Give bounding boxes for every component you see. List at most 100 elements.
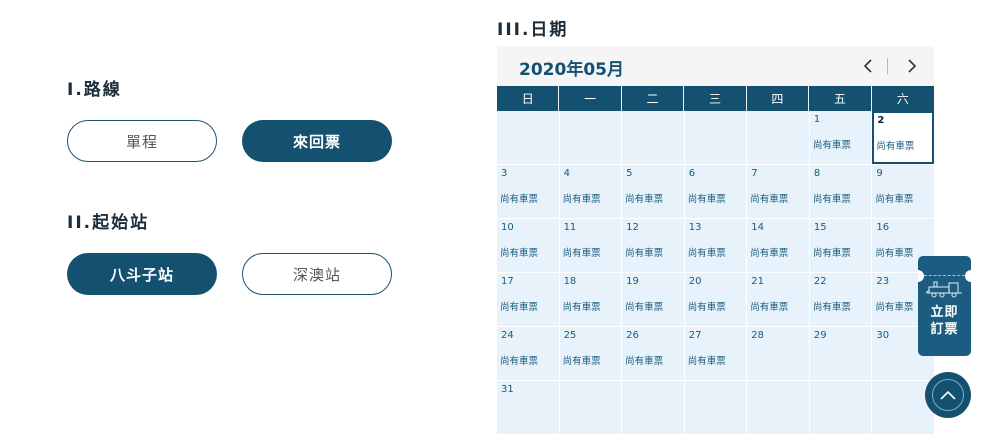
calendar-day-cell[interactable]: 2 尚有車票 [872, 111, 934, 164]
calendar-empty-cell [622, 111, 684, 164]
route-round-trip-button[interactable]: 來回票 [242, 120, 392, 162]
calendar-day-cell[interactable]: 19 尚有車票 [622, 273, 684, 326]
calendar-month-label: 2020年05月 [519, 60, 624, 80]
calendar-day-cell[interactable]: 1 尚有車票 [809, 111, 872, 164]
calendar-empty-cell [622, 381, 684, 434]
calendar-day-cell[interactable]: 17 尚有車票 [497, 273, 559, 326]
calendar-day-number: 13 [688, 222, 702, 233]
ticket-availability: 尚有車票 [625, 194, 664, 205]
book-now-label-line2: 訂票 [930, 322, 959, 337]
calendar-day-number: 11 [563, 222, 577, 233]
weekday-header: 六 [896, 92, 909, 106]
origin-badouzi-button[interactable]: 八斗子站 [67, 253, 217, 295]
calendar-day-number: 6 [688, 168, 696, 179]
calendar-day-cell[interactable]: 26 尚有車票 [622, 327, 684, 380]
book-now-label: 立即 訂票 [918, 304, 971, 338]
ticket-availability: 尚有車票 [750, 248, 789, 259]
calendar-day-cell[interactable]: 14 尚有車票 [747, 219, 809, 272]
ticket-availability: 尚有車票 [876, 141, 915, 152]
calendar-day-number: 18 [563, 276, 577, 287]
calendar-day-number: 31 [501, 384, 514, 395]
book-now-button[interactable]: 立即 訂票 [918, 256, 971, 356]
calendar-day-number: 1 [813, 114, 821, 125]
calendar-day-cell[interactable]: 24 尚有車票 [497, 327, 559, 380]
weekday-header: 日 [497, 86, 560, 111]
calendar-day-number: 19 [626, 276, 639, 287]
calendar-day-number: 29 [813, 330, 827, 341]
ticket-availability: 尚有車票 [500, 248, 539, 259]
route-one-way-button[interactable]: 單程 [67, 120, 217, 162]
calendar-day-cell[interactable]: 18 尚有車票 [559, 273, 622, 326]
calendar-empty-cell [497, 111, 559, 164]
origin-section-title: II.起始站 [67, 213, 150, 233]
ticket-availability: 尚有車票 [750, 302, 789, 313]
calendar-day-number: 4 [563, 168, 570, 179]
calendar-day-cell[interactable]: 12 尚有車票 [622, 219, 684, 272]
calendar-day-cell[interactable]: 20 尚有車票 [684, 273, 747, 326]
next-month-button[interactable] [898, 52, 926, 80]
ticket-availability: 尚有車票 [687, 302, 726, 313]
calendar-day-cell[interactable]: 13 尚有車票 [684, 219, 747, 272]
calendar-day-cell[interactable]: 5 尚有車票 [622, 165, 684, 218]
calendar-day-cell[interactable]: 15 尚有車票 [809, 219, 872, 272]
calendar-day-cell[interactable]: 3 尚有車票 [497, 165, 559, 218]
calendar-day-cell[interactable]: 6 尚有車票 [684, 165, 747, 218]
ticket-perforation [924, 275, 965, 276]
ticket-availability: 尚有車票 [562, 248, 601, 259]
ticket-availability: 尚有車票 [625, 356, 664, 367]
calendar-day-cell[interactable]: 21 尚有車票 [747, 273, 809, 326]
calendar-day-cell[interactable]: 8 尚有車票 [809, 165, 872, 218]
ticket-availability: 尚有車票 [562, 194, 601, 205]
calendar-day-cell[interactable]: 28 [747, 327, 809, 380]
calendar-day-cell[interactable]: 10 尚有車票 [497, 219, 559, 272]
ticket-availability: 尚有車票 [500, 302, 539, 313]
calendar-day-number: 26 [626, 330, 639, 341]
calendar-day-cell[interactable]: 4 尚有車票 [559, 165, 622, 218]
book-now-label-line1: 立即 [930, 305, 959, 320]
calendar-day-number: 3 [501, 168, 508, 179]
calendar-day-cell[interactable]: 29 [809, 327, 872, 380]
weekday-header: 二 [622, 86, 685, 111]
ticket-availability: 尚有車票 [687, 194, 726, 205]
ticket-notch-left [918, 270, 924, 282]
calendar-day-cell[interactable]: 22 尚有車票 [809, 273, 872, 326]
date-section-title: III.日期 [497, 20, 569, 40]
ticket-notch-right [965, 270, 971, 282]
calendar-day-number: 25 [563, 330, 577, 341]
calendar-day-number: 21 [751, 276, 765, 287]
ticket-availability: 尚有車票 [875, 194, 914, 205]
calendar-grid: 1 尚有車票 2 尚有車票 3 尚有車票 4 尚有車票 5 尚有車票 6 尚有車票 7 尚有車票 8 尚有車票… [497, 111, 934, 434]
ticket-availability: 尚有車票 [750, 194, 789, 205]
calendar-weekday-row: 日一二三四五 六 [497, 86, 934, 111]
prev-month-button[interactable] [854, 52, 882, 80]
ticket-availability: 尚有車票 [812, 140, 851, 151]
calendar-day-number: 17 [501, 276, 514, 287]
calendar-day-cell[interactable]: 31 [497, 381, 559, 434]
calendar-day-cell[interactable]: 11 尚有車票 [559, 219, 622, 272]
calendar-header: 2020年05月 [497, 46, 934, 86]
route-section-title: I.路線 [67, 80, 122, 100]
calendar-day-cell[interactable]: 27 尚有車票 [684, 327, 747, 380]
calendar-day-number: 22 [813, 276, 827, 287]
origin-shenao-button[interactable]: 深澳站 [242, 253, 392, 295]
calendar-day-number: 15 [813, 222, 827, 233]
calendar-empty-cell [809, 381, 872, 434]
calendar-day-number: 30 [876, 330, 890, 341]
calendar-day-cell[interactable]: 9 尚有車票 [872, 165, 934, 218]
calendar-empty-cell [747, 381, 809, 434]
ticket-availability: 尚有車票 [812, 194, 851, 205]
ticket-availability: 尚有車票 [812, 302, 851, 313]
ticket-availability: 尚有車票 [562, 302, 601, 313]
calendar-day-number: 14 [751, 222, 765, 233]
calendar-empty-cell [747, 111, 809, 164]
calendar-day-number: 2 [877, 115, 885, 126]
chevron-left-icon [863, 59, 872, 73]
calendar-day-number: 9 [876, 168, 883, 179]
ticket-availability: 尚有車票 [625, 302, 664, 313]
weekday-header: 四 [747, 86, 810, 111]
calendar-day-cell[interactable]: 7 尚有車票 [747, 165, 809, 218]
back-to-top-button[interactable] [925, 372, 971, 418]
ticket-availability: 尚有車票 [687, 248, 726, 259]
calendar-empty-cell [684, 111, 747, 164]
calendar-day-cell[interactable]: 25 尚有車票 [559, 327, 622, 380]
